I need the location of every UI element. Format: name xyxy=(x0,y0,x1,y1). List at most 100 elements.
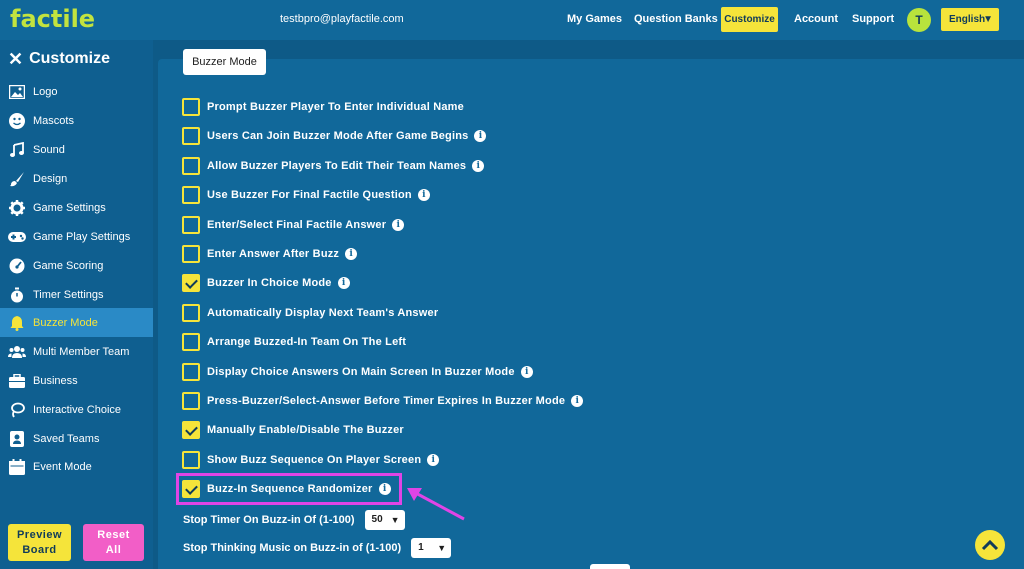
option-checkbox[interactable] xyxy=(182,363,200,381)
option-checkbox[interactable] xyxy=(182,451,200,469)
sidebar-item-label: Game Settings xyxy=(33,201,106,214)
option-label: Buzz-In Sequence Randomizer xyxy=(207,483,373,495)
sidebar-item-mascots[interactable]: Mascots xyxy=(0,106,153,135)
preview-button-line2: Board xyxy=(22,544,57,556)
option-row[interactable]: Press-Buzzer/Select-Answer Before Timer … xyxy=(182,392,584,410)
sidebar-item-interactive-choice[interactable]: Interactive Choice xyxy=(0,395,153,424)
nav-customize[interactable]: Customize xyxy=(721,7,778,32)
info-icon[interactable]: i xyxy=(392,219,405,231)
nav-my-games[interactable]: My Games xyxy=(567,13,622,25)
option-checkbox[interactable] xyxy=(182,480,200,498)
option-row[interactable]: Prompt Buzzer Player To Enter Individual… xyxy=(182,98,464,116)
sidebar-item-business[interactable]: Business xyxy=(0,366,153,395)
info-icon[interactable]: i xyxy=(427,454,440,466)
sidebar-item-label: Interactive Choice xyxy=(33,403,122,416)
option-checkbox[interactable] xyxy=(182,98,200,116)
option-checkbox[interactable] xyxy=(182,186,200,204)
option-checkbox[interactable] xyxy=(182,274,200,292)
chevron-up-icon xyxy=(981,539,999,551)
option-checkbox[interactable] xyxy=(182,304,200,322)
info-icon[interactable]: i xyxy=(378,483,391,495)
stop-music-select[interactable]: 1 ▼ xyxy=(411,538,452,558)
nav-question-banks[interactable]: Question Banks xyxy=(634,13,718,25)
option-label: Show Buzz Sequence On Player Screen xyxy=(207,454,422,466)
option-label: Arrange Buzzed-In Team On The Left xyxy=(207,336,407,348)
chevron-down-icon: ▼ xyxy=(983,14,993,25)
sidebar-item-game-settings[interactable]: Game Settings xyxy=(0,193,153,222)
bell-icon xyxy=(8,314,26,332)
option-checkbox[interactable] xyxy=(182,421,200,439)
sidebar-item-timer-settings[interactable]: Timer Settings xyxy=(0,280,153,309)
option-row[interactable]: Enter Answer After Buzz i xyxy=(182,245,358,263)
pointer-arrow-icon xyxy=(407,488,465,521)
option-checkbox[interactable] xyxy=(182,157,200,175)
info-icon[interactable]: i xyxy=(345,248,358,260)
option-checkbox[interactable] xyxy=(182,245,200,263)
sidebar-item-label: Sound xyxy=(33,143,65,156)
sidebar-item-label: Design xyxy=(33,172,68,185)
sidebar-item-label: Event Mode xyxy=(33,460,92,473)
paintbrush-icon xyxy=(8,170,26,188)
sidebar-item-logo[interactable]: Logo xyxy=(0,77,153,106)
option-row[interactable]: Buzzer In Choice Mode i xyxy=(182,274,350,292)
sidebar-item-game-play-settings[interactable]: Game Play Settings xyxy=(0,222,153,251)
nav-account[interactable]: Account xyxy=(794,13,838,25)
sidebar-item-design[interactable]: Design xyxy=(0,164,153,193)
info-icon[interactable]: i xyxy=(337,277,350,289)
option-row[interactable]: Allow Buzzer Players To Edit Their Team … xyxy=(182,157,485,175)
reset-all-button[interactable]: Reset All xyxy=(83,524,144,561)
info-icon[interactable]: i xyxy=(474,130,487,142)
option-row[interactable]: Show Buzz Sequence On Player Screen i xyxy=(182,451,440,469)
option-label: Press-Buzzer/Select-Answer Before Timer … xyxy=(207,395,566,407)
calendar-icon xyxy=(8,458,26,476)
sidebar-header: ✕ Customize xyxy=(8,48,110,70)
option-checkbox[interactable] xyxy=(182,392,200,410)
option-label: Use Buzzer For Final Factile Question xyxy=(207,189,412,201)
option-row[interactable]: Automatically Display Next Team's Answer xyxy=(182,304,438,322)
option-checkbox[interactable] xyxy=(182,127,200,145)
sidebar-item-saved-teams[interactable]: Saved Teams xyxy=(0,424,153,453)
reset-button-line1: Reset xyxy=(97,529,130,541)
info-icon[interactable]: i xyxy=(472,160,485,172)
language-select[interactable]: English ▼ xyxy=(941,8,999,31)
reset-button-line2: All xyxy=(105,544,122,556)
info-icon[interactable]: i xyxy=(520,366,533,378)
avatar[interactable]: T xyxy=(907,8,931,32)
smiley-icon xyxy=(8,112,26,130)
factile-logo[interactable]: factile xyxy=(10,5,95,33)
option-checkbox[interactable] xyxy=(182,216,200,234)
option-row[interactable]: Arrange Buzzed-In Team On The Left xyxy=(182,333,406,351)
sidebar-item-event-mode[interactable]: Event Mode xyxy=(0,452,153,481)
tab-buzzer-mode[interactable]: Buzzer Mode xyxy=(183,49,266,75)
sidebar-item-label: Buzzer Mode xyxy=(33,316,98,329)
option-row[interactable]: Buzz-In Sequence Randomizer i xyxy=(182,480,391,498)
info-icon[interactable]: i xyxy=(571,395,584,407)
image-icon xyxy=(8,83,26,101)
option-label: Prompt Buzzer Player To Enter Individual… xyxy=(207,101,464,113)
sidebar-title: Customize xyxy=(29,50,110,67)
sidebar-item-sound[interactable]: Sound xyxy=(0,135,153,164)
stop-timer-select[interactable]: 50 ▼ xyxy=(364,510,405,530)
gamepad-icon xyxy=(8,228,26,246)
option-row[interactable]: Enter/Select Final Factile Answer i xyxy=(182,216,405,234)
option-label: Manually Enable/Disable The Buzzer xyxy=(207,424,404,436)
sidebar-item-game-scoring[interactable]: Game Scoring xyxy=(0,251,153,280)
preview-board-button[interactable]: Preview Board xyxy=(8,524,71,561)
info-icon[interactable]: i xyxy=(417,189,430,201)
option-checkbox[interactable] xyxy=(182,333,200,351)
sidebar-item-label: Logo xyxy=(33,85,58,98)
chevron-down-icon: ▼ xyxy=(390,515,400,525)
sidebar-item-buzzer-mode[interactable]: Buzzer Mode xyxy=(0,308,153,337)
sidebar-item-multi-member-team[interactable]: Multi Member Team xyxy=(0,337,153,366)
option-row[interactable]: Users Can Join Buzzer Mode After Game Be… xyxy=(182,127,487,145)
close-icon[interactable]: ✕ xyxy=(8,49,23,70)
nav-support[interactable]: Support xyxy=(852,13,894,25)
chevron-down-icon: ▼ xyxy=(437,543,447,553)
option-row[interactable]: Use Buzzer For Final Factile Question i xyxy=(182,186,430,204)
option-row[interactable]: Manually Enable/Disable The Buzzer xyxy=(182,421,404,439)
briefcase-icon xyxy=(8,372,26,390)
scroll-to-top-button[interactable] xyxy=(975,530,1005,560)
option-row[interactable]: Display Choice Answers On Main Screen In… xyxy=(182,363,533,381)
option-label: Allow Buzzer Players To Edit Their Team … xyxy=(207,160,467,172)
sidebar-item-label: Saved Teams xyxy=(33,432,100,445)
